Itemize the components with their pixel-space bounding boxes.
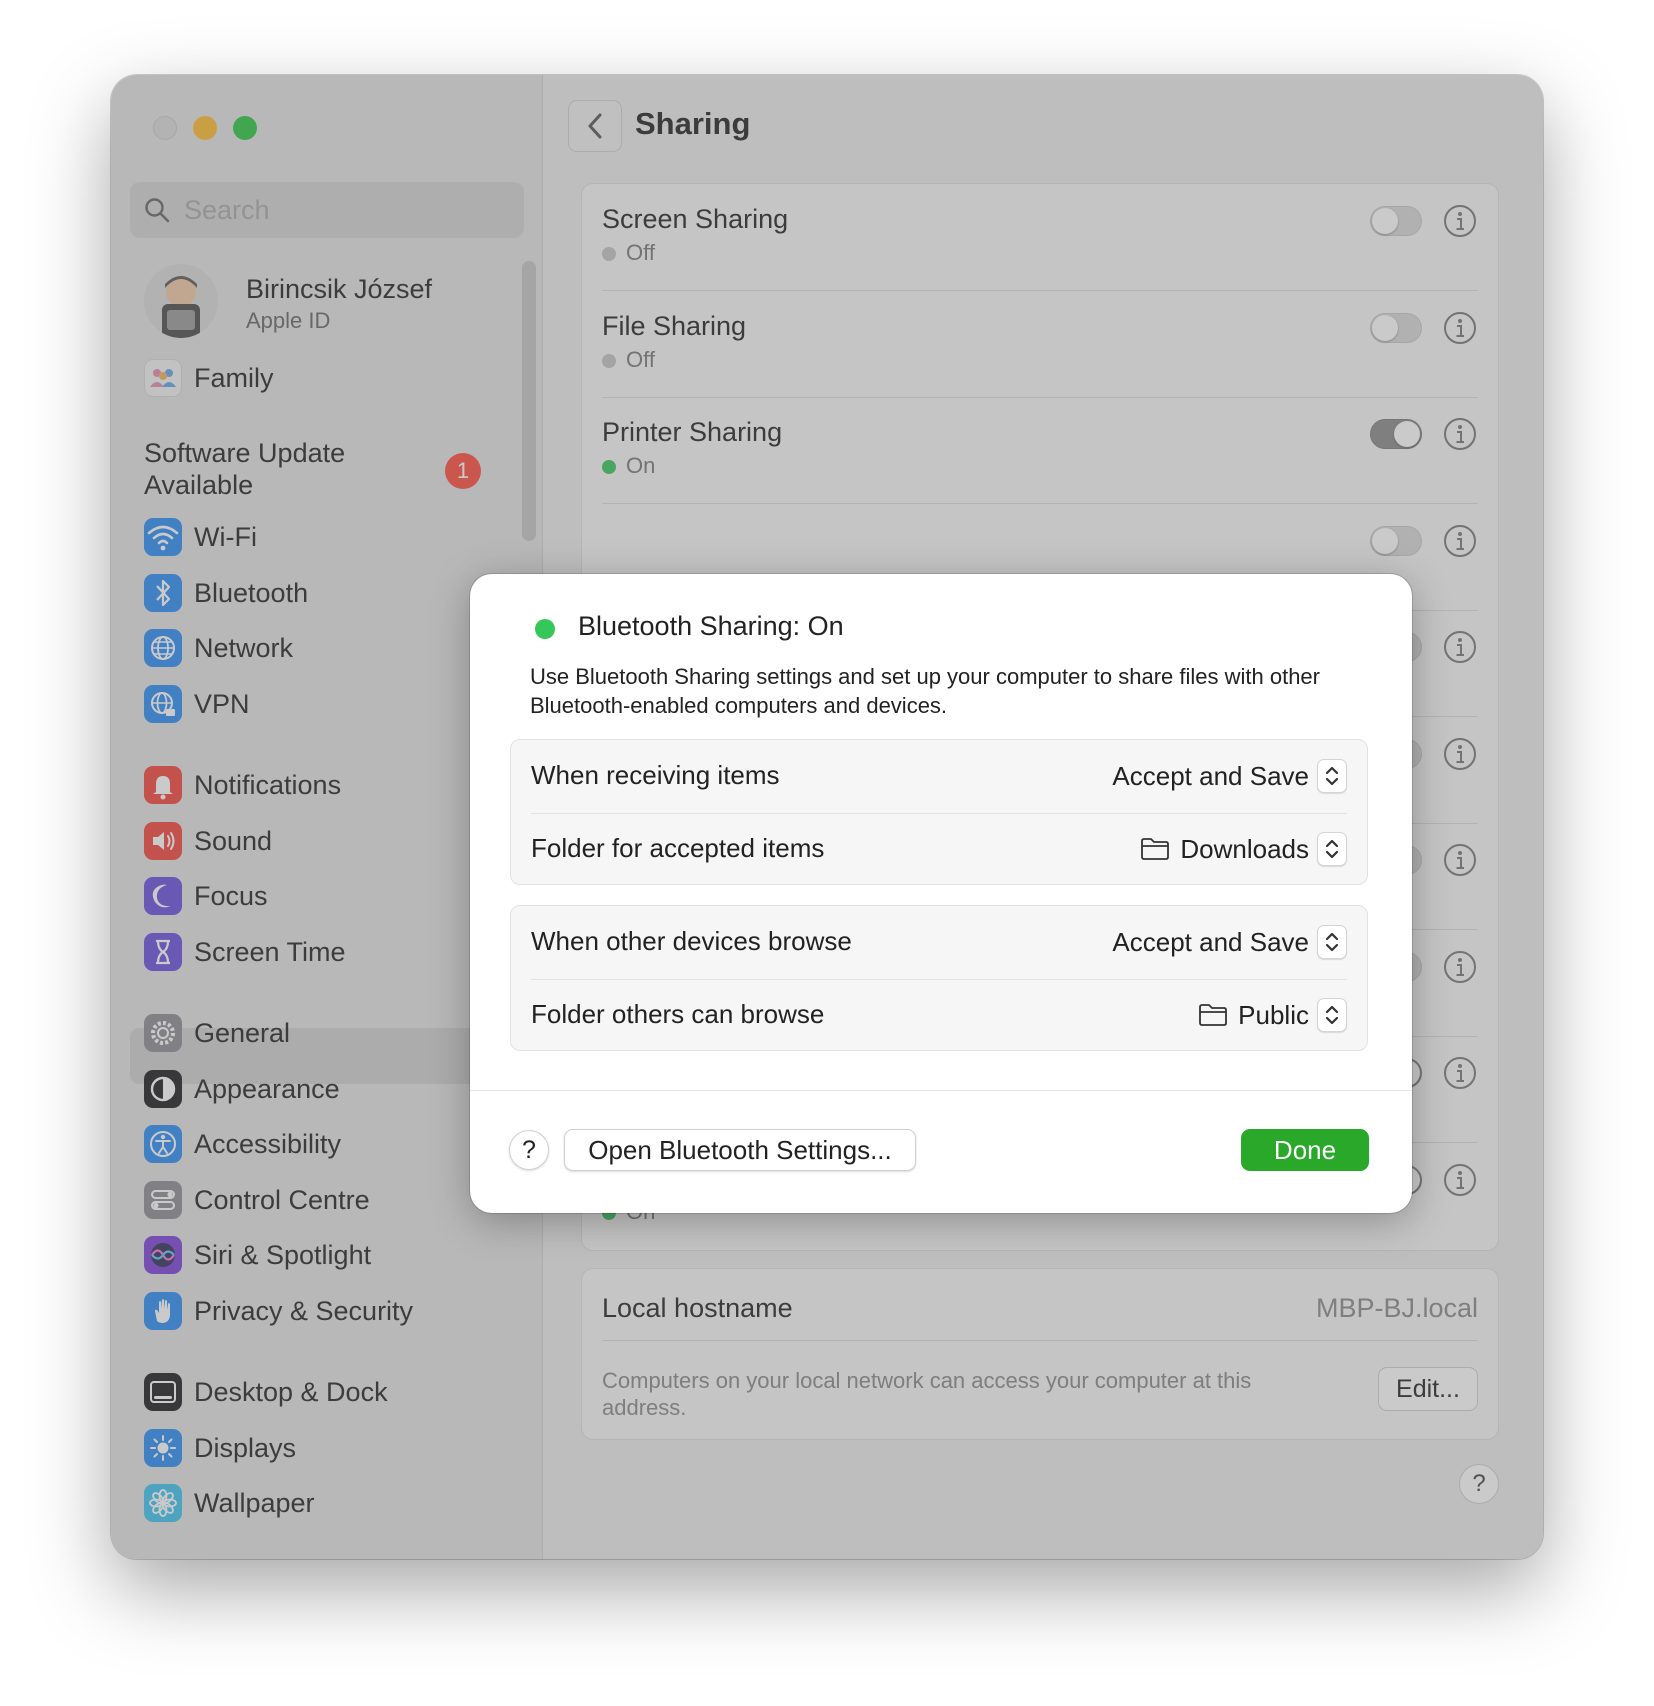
sheet-description: Use Bluetooth Sharing settings and set u… — [530, 664, 1320, 718]
accepted-folder-label: Folder for accepted items — [531, 833, 825, 863]
settings-window: Search Birincsik József Apple ID Family … — [111, 75, 1543, 1559]
divider — [470, 1090, 1412, 1091]
browse-folder-row: Folder others can browse Public — [531, 979, 1347, 1052]
folder-icon — [1199, 1004, 1228, 1026]
done-button[interactable]: Done — [1241, 1129, 1369, 1171]
when-receiving-select[interactable]: Accept and Save — [1112, 756, 1347, 796]
receiving-settings-group: When receiving items Accept and Save Fol… — [510, 739, 1368, 885]
browse-folder-label: Folder others can browse — [531, 999, 825, 1029]
sheet-help-button[interactable]: ? — [509, 1130, 549, 1170]
sheet-title: Bluetooth Sharing: On — [578, 611, 844, 641]
when-browse-select[interactable]: Accept and Save — [1112, 922, 1347, 962]
status-on-dot — [535, 619, 555, 639]
chevron-updown-icon — [1317, 759, 1347, 793]
accepted-folder-select[interactable]: Downloads — [1140, 829, 1347, 869]
accepted-folder-row: Folder for accepted items Downloads — [531, 813, 1347, 886]
chevron-updown-icon — [1317, 998, 1347, 1032]
browse-folder-value: Public — [1238, 999, 1309, 1030]
when-receiving-row: When receiving items Accept and Save — [531, 740, 1347, 814]
when-browse-row: When other devices browse Accept and Sav… — [531, 906, 1347, 980]
chevron-updown-icon — [1317, 925, 1347, 959]
bluetooth-sharing-sheet: Bluetooth Sharing: On Use Bluetooth Shar… — [470, 574, 1412, 1213]
folder-icon — [1141, 838, 1170, 860]
when-receiving-label: When receiving items — [531, 760, 780, 790]
browsing-settings-group: When other devices browse Accept and Sav… — [510, 905, 1368, 1051]
open-bluetooth-settings-button[interactable]: Open Bluetooth Settings... — [564, 1129, 916, 1171]
chevron-updown-icon — [1317, 832, 1347, 866]
browse-folder-select[interactable]: Public — [1198, 995, 1347, 1035]
when-receiving-value: Accept and Save — [1112, 760, 1309, 791]
accepted-folder-value: Downloads — [1180, 833, 1309, 864]
when-browse-label: When other devices browse — [531, 926, 852, 956]
when-browse-value: Accept and Save — [1112, 926, 1309, 957]
